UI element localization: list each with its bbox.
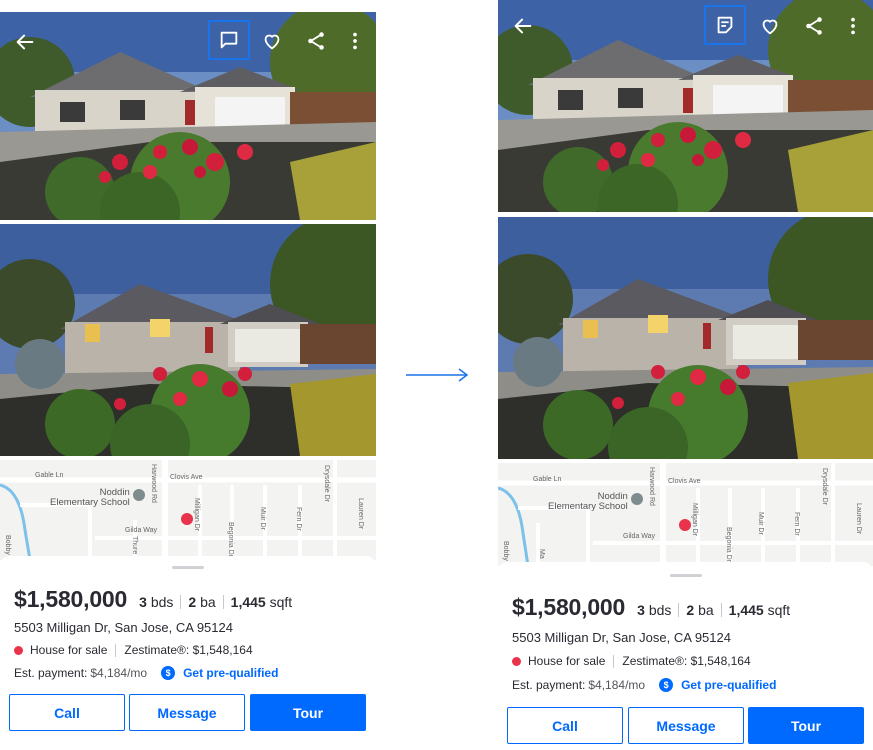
location-map[interactable]: Gable Ln Clovis Ave Gilda Way Harwood Rd… (498, 463, 873, 566)
call-button[interactable]: Call (507, 707, 623, 744)
zestimate[interactable]: Zestimate®: $1,548,164 (622, 654, 750, 668)
sqft-unit: sqft (767, 602, 791, 618)
map-street-label: Bobby (502, 541, 509, 561)
map-street-label: Harwood Rd (648, 467, 655, 506)
comment-icon[interactable] (208, 20, 250, 60)
back-arrow-icon[interactable] (10, 27, 40, 57)
map-street-label: Begonia Dr (227, 522, 234, 558)
screen-before: Gable Ln Clovis Ave Gilda Way Harwood Rd… (0, 0, 376, 750)
payment-row: Est. payment: $4,184/mo $ Get pre-qualif… (512, 678, 776, 692)
sqft-unit: sqft (269, 594, 293, 610)
map-street-label: Harwood Rd (150, 464, 157, 503)
map-street-label: Drysdale Dr (821, 468, 828, 505)
heart-icon[interactable] (257, 26, 287, 56)
payment-row: Est. payment: $4,184/mo $ Get pre-qualif… (14, 666, 278, 680)
divider (115, 643, 117, 657)
map-street-label: Gable Ln (35, 472, 64, 479)
message-button[interactable]: Message (628, 707, 744, 744)
map-street-label: Gilda Way (125, 527, 158, 534)
listing-photo-dusk[interactable] (498, 217, 873, 459)
sheet-drag-handle[interactable] (172, 566, 204, 569)
map-street-label: Clovis Ave (170, 474, 203, 481)
map-street-label: Muir Dr (757, 512, 764, 535)
payment-label: Est. payment: (512, 678, 586, 692)
map-street-label: Drysdale Dr (323, 465, 330, 502)
beds-count: 3 (139, 594, 147, 610)
payment-label: Est. payment: (14, 666, 88, 680)
more-vertical-icon[interactable] (340, 26, 370, 56)
baths-unit: ba (698, 602, 714, 618)
status-row: House for sale Zestimate®: $1,548,164 (512, 654, 751, 668)
beds-count: 3 (637, 602, 645, 618)
divider (678, 603, 680, 617)
message-button[interactable]: Message (129, 694, 245, 731)
listing-status: House for sale (528, 654, 606, 668)
map-street-label: Milligan Dr (691, 503, 698, 537)
tour-button[interactable]: Tour (250, 694, 366, 731)
screen-after: Gable Ln Clovis Ave Gilda Way Harwood Rd… (498, 0, 873, 750)
sqft-count: 1,445 (230, 594, 266, 610)
school-label: Noddin Elementary School (50, 487, 130, 509)
map-street-label: Thure (131, 536, 138, 555)
heart-icon[interactable] (755, 11, 785, 41)
price-row: $1,580,000 3 bds 2 ba 1,445 sqft (512, 594, 790, 621)
notes-icon[interactable] (704, 5, 746, 45)
map-street-label: Milligan Dr (193, 498, 200, 532)
home-facts: 3 bds 2 ba 1,445 sqft (637, 602, 790, 618)
divider (613, 654, 615, 668)
for-sale-dot-icon (14, 645, 23, 655)
right-arrow-icon (406, 368, 469, 382)
sqft-count: 1,445 (728, 602, 764, 618)
map-street-label: Lauren Dr (855, 503, 862, 535)
dollar-icon: $ (161, 666, 176, 680)
map-street-label: Bobby (4, 535, 11, 555)
baths-count: 2 (188, 594, 197, 610)
map-street-label: Ma (538, 549, 545, 559)
listing-photo-dusk[interactable] (0, 224, 376, 456)
back-arrow-icon[interactable] (508, 11, 538, 41)
divider (180, 595, 182, 609)
price: $1,580,000 (512, 594, 626, 620)
listing-sheet: $1,580,000 3 bds 2 ba 1,445 sqft 5503 Mi… (0, 556, 376, 750)
listing-sheet: $1,580,000 3 bds 2 ba 1,445 sqft 5503 Mi… (498, 562, 873, 750)
school-label: Noddin Elementary School (548, 491, 628, 513)
share-icon[interactable] (301, 26, 331, 56)
map-street-label: Begonia Dr (725, 527, 732, 563)
zestimate[interactable]: Zestimate®: $1,548,164 (124, 643, 252, 657)
baths-count: 2 (686, 602, 695, 618)
address: 5503 Milligan Dr, San Jose, CA 95124 (14, 620, 233, 635)
map-street-label: Gable Ln (533, 476, 562, 483)
baths-unit: ba (200, 594, 216, 610)
get-prequalified-link[interactable]: Get pre-qualified (681, 678, 776, 692)
payment-value[interactable]: $4,184/mo (90, 666, 147, 680)
map-street-label: Muir Dr (259, 507, 266, 530)
price: $1,580,000 (14, 586, 128, 612)
beds-unit: bds (150, 594, 174, 610)
location-map[interactable]: Gable Ln Clovis Ave Gilda Way Harwood Rd… (0, 460, 376, 560)
divider (720, 603, 722, 617)
divider (222, 595, 224, 609)
sheet-drag-handle[interactable] (669, 574, 702, 577)
for-sale-dot-icon (512, 656, 521, 666)
map-street-label: Clovis Ave (668, 478, 701, 485)
get-prequalified-link[interactable]: Get pre-qualified (183, 666, 278, 680)
listing-status: House for sale (30, 643, 108, 657)
map-street-label: Fern Dr (793, 512, 800, 536)
status-row: House for sale Zestimate®: $1,548,164 (14, 643, 253, 657)
beds-unit: bds (648, 602, 672, 618)
map-street-label: Lauren Dr (357, 498, 364, 530)
more-vertical-icon[interactable] (838, 11, 868, 41)
home-facts: 3 bds 2 ba 1,445 sqft (139, 594, 292, 610)
dollar-icon: $ (659, 678, 674, 692)
call-button[interactable]: Call (9, 694, 125, 731)
share-icon[interactable] (799, 11, 829, 41)
price-row: $1,580,000 3 bds 2 ba 1,445 sqft (14, 586, 292, 613)
payment-value[interactable]: $4,184/mo (588, 678, 645, 692)
address: 5503 Milligan Dr, San Jose, CA 95124 (512, 630, 731, 645)
map-street-label: Fern Dr (295, 507, 302, 531)
tour-button[interactable]: Tour (748, 707, 864, 744)
map-street-label: Gilda Way (623, 533, 656, 540)
